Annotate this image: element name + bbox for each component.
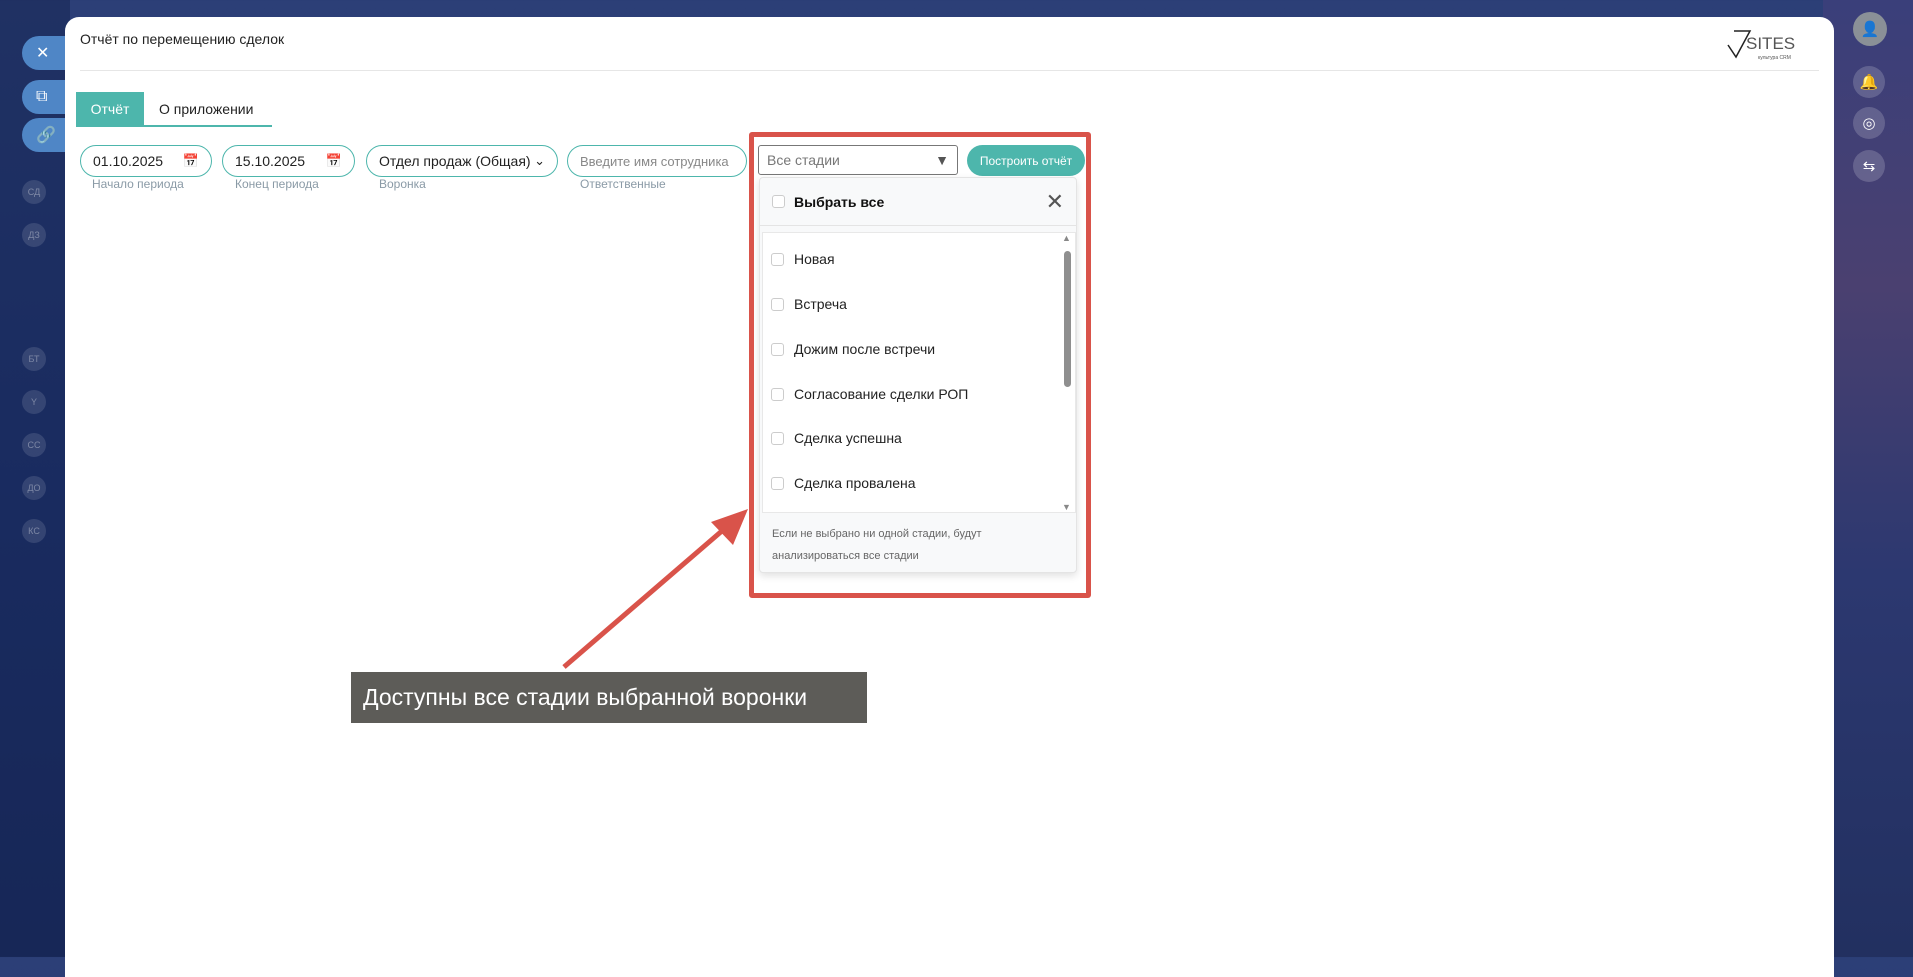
header-divider: [80, 70, 1819, 71]
start-date-label: Начало периода: [92, 177, 184, 191]
start-date-value: 01.10.2025: [93, 153, 164, 169]
crm-button[interactable]: ◎: [1853, 107, 1885, 139]
notifications-button[interactable]: 🔔: [1853, 66, 1885, 98]
stage-label: Новая: [794, 251, 835, 267]
tab-report[interactable]: Отчёт: [76, 92, 144, 125]
end-date-value: 15.10.2025: [235, 153, 306, 169]
end-date-label: Конец периода: [235, 177, 319, 191]
calendar-icon[interactable]: 📅: [326, 153, 342, 169]
sidebar-ghost-item: ДО: [22, 476, 46, 500]
user-icon: 👤: [1860, 21, 1880, 38]
funnel-label: Воронка: [379, 177, 426, 191]
right-panel: [1823, 0, 1913, 957]
sidebar-ghost-item: БТ: [22, 347, 46, 371]
stage-option[interactable]: Согласование сделки РОП: [771, 386, 968, 402]
stages-dropdown: Выбрать все ✕ Новая Встреча Дожим после …: [759, 177, 1077, 573]
tab-about[interactable]: О приложении: [144, 92, 268, 125]
chat-button[interactable]: ⇆: [1853, 150, 1885, 182]
stage-checkbox[interactable]: [771, 431, 784, 445]
svg-text:SITES: SITES: [1746, 34, 1795, 53]
sidebar-ghost-item: ДЗ: [22, 223, 46, 247]
stage-label: Дожим после встречи: [794, 341, 936, 357]
stage-option[interactable]: Дожим после встречи: [771, 341, 935, 357]
dropdown-hint: Если не выбрано ни одной стадии, будут а…: [772, 523, 982, 567]
scrollbar[interactable]: ▲ ▼: [1061, 233, 1073, 512]
stage-checkbox[interactable]: [771, 342, 784, 356]
tabs: Отчёт О приложении: [76, 92, 272, 127]
sites-logo: SITES культура CRM: [1724, 23, 1804, 67]
close-icon[interactable]: ✕: [1046, 190, 1064, 213]
modal-title: Отчёт по перемещению сделок: [80, 31, 285, 47]
bell-icon: 🔔: [1859, 74, 1879, 91]
stage-label: Сделка успешна: [794, 430, 902, 446]
funnel-value: Отдел продаж (Общая): [379, 153, 531, 169]
sidebar-ghost-item: КС: [22, 519, 46, 543]
employee-placeholder: Введите имя сотрудника: [580, 153, 729, 169]
stage-option[interactable]: Сделка успешна: [771, 430, 902, 446]
build-report-button[interactable]: Построить отчёт: [967, 145, 1085, 176]
stages-value: Все стадии: [767, 152, 840, 168]
stages-select[interactable]: Все стадии ▼: [758, 145, 958, 175]
triangle-down-icon: ▼: [935, 152, 949, 168]
stage-option[interactable]: Новая: [771, 251, 835, 267]
employee-input[interactable]: Введите имя сотрудника: [567, 145, 747, 177]
start-date-input[interactable]: 01.10.2025 📅: [80, 145, 212, 177]
sidebar-ghost-item: СД: [22, 180, 46, 204]
external-link-icon: ⧉: [36, 88, 48, 105]
select-all-checkbox[interactable]: [772, 195, 785, 208]
employee-label: Ответственные: [580, 177, 666, 191]
chat-icon: ⇆: [1862, 158, 1876, 175]
hint-line: Если не выбрано ни одной стадии, будут: [772, 528, 982, 540]
select-all-row[interactable]: Выбрать все ✕: [760, 178, 1076, 226]
link-icon: 🔗: [36, 127, 56, 144]
stage-label: Сделка провалена: [794, 475, 916, 491]
stage-option[interactable]: Сделка провалена: [771, 475, 916, 491]
user-avatar[interactable]: 👤: [1853, 12, 1887, 46]
annotation-caption: Доступны все стадии выбранной воронки: [351, 672, 867, 723]
target-icon: ◎: [1862, 115, 1876, 132]
stage-checkbox[interactable]: [771, 252, 784, 266]
report-modal: Отчёт по перемещению сделок SITES культур…: [65, 17, 1834, 977]
scrollbar-thumb[interactable]: [1064, 251, 1071, 387]
scroll-up-icon[interactable]: ▲: [1062, 233, 1071, 243]
stage-checkbox[interactable]: [771, 476, 784, 490]
svg-text:культура CRM: культура CRM: [1758, 55, 1791, 61]
stages-list: Новая Встреча Дожим после встречи Соглас…: [762, 232, 1076, 513]
calendar-icon[interactable]: 📅: [183, 153, 199, 169]
chevron-down-icon: ⌄: [534, 153, 545, 168]
stage-checkbox[interactable]: [771, 297, 784, 311]
end-date-input[interactable]: 15.10.2025 📅: [222, 145, 355, 177]
stage-label: Согласование сделки РОП: [794, 386, 969, 402]
stage-checkbox[interactable]: [771, 387, 784, 401]
hint-line: анализироваться все стадии: [772, 550, 919, 562]
stage-option[interactable]: Встреча: [771, 296, 847, 312]
stage-label: Встреча: [794, 296, 847, 312]
select-all-label: Выбрать все: [794, 193, 885, 210]
funnel-select[interactable]: Отдел продаж (Общая) ⌄: [366, 145, 558, 177]
sidebar-ghost-item: СС: [22, 433, 46, 457]
close-icon: ✕: [36, 45, 50, 62]
scroll-down-icon[interactable]: ▼: [1062, 502, 1071, 512]
sidebar-ghost-item: Y: [22, 390, 46, 414]
